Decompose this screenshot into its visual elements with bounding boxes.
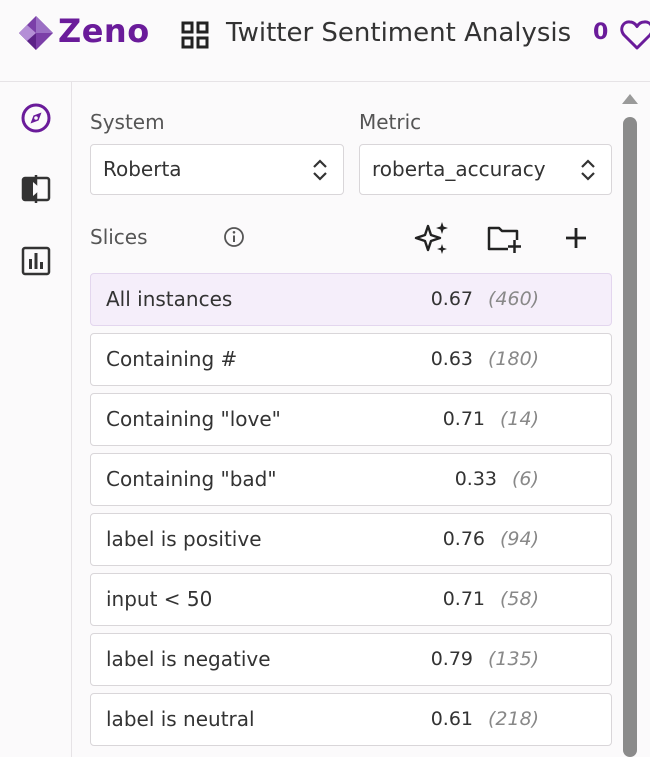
slice-row[interactable]: Containing "bad" 0.33 (6) <box>90 453 612 506</box>
info-icon[interactable] <box>223 226 245 248</box>
sparkle-icon[interactable] <box>414 220 450 256</box>
slice-metric: 0.61 <box>430 708 473 730</box>
system-select-value: Roberta <box>103 157 182 181</box>
slice-count: (14) <box>500 408 540 430</box>
slice-name: label is negative <box>106 647 271 671</box>
slice-metric: 0.71 <box>442 588 485 610</box>
plus-icon[interactable] <box>558 220 594 256</box>
slice-name: label is neutral <box>106 707 255 731</box>
slice-row[interactable]: label is positive 0.76 (94) <box>90 513 612 566</box>
slice-count: (6) <box>512 468 539 490</box>
scroll-up-arrow[interactable] <box>622 94 638 104</box>
system-select[interactable]: Roberta <box>90 144 344 195</box>
slice-row[interactable]: input < 50 0.71 (58) <box>90 573 612 626</box>
metric-select[interactable]: roberta_accuracy <box>359 144 612 195</box>
scrollbar[interactable] <box>619 82 650 757</box>
slice-metric: 0.33 <box>454 468 497 490</box>
sidebar <box>0 82 72 757</box>
slice-row[interactable]: label is neutral 0.61 (218) <box>90 693 612 746</box>
scroll-thumb[interactable] <box>623 117 637 757</box>
slice-metric: 0.63 <box>430 348 473 370</box>
slice-count: (218) <box>488 708 540 730</box>
slice-row[interactable]: Containing "love" 0.71 (14) <box>90 393 612 446</box>
brand-name[interactable]: Zeno <box>58 12 150 50</box>
metric-select-value: roberta_accuracy <box>372 157 546 181</box>
like-count: 0 <box>593 20 609 45</box>
slice-list: All instances 0.67 (460) Containing # 0.… <box>90 273 612 753</box>
project-title: Twitter Sentiment Analysis <box>226 18 572 48</box>
slice-count: (94) <box>500 528 540 550</box>
system-label: System <box>90 110 165 134</box>
slice-name: Containing "love" <box>106 407 281 431</box>
chevron-up-down-icon <box>581 159 595 181</box>
slice-metric: 0.67 <box>430 288 473 310</box>
slice-count: (135) <box>488 648 540 670</box>
slice-metric: 0.79 <box>430 648 473 670</box>
slice-count: (460) <box>488 288 540 310</box>
compass-icon[interactable] <box>20 102 52 134</box>
slice-row[interactable]: label is negative 0.79 (135) <box>90 633 612 686</box>
zeno-logo[interactable] <box>18 15 54 51</box>
slice-row[interactable]: All instances 0.67 (460) <box>90 273 612 326</box>
metric-label: Metric <box>359 110 422 134</box>
grid-icon[interactable] <box>181 21 209 49</box>
slice-name: label is positive <box>106 527 262 551</box>
slice-name: All instances <box>106 287 233 311</box>
app-header: Zeno Twitter Sentiment Analysis 0 <box>0 0 650 82</box>
slice-name: input < 50 <box>106 587 213 611</box>
slices-heading: Slices <box>90 225 148 249</box>
bar-chart-icon[interactable] <box>20 245 52 277</box>
compare-icon[interactable] <box>20 173 52 205</box>
slice-name: Containing "bad" <box>106 467 277 491</box>
slice-count: (58) <box>500 588 540 610</box>
slice-name: Containing # <box>106 347 238 371</box>
slice-row[interactable]: Containing # 0.63 (180) <box>90 333 612 386</box>
chevron-up-down-icon <box>313 159 327 181</box>
slice-metric: 0.71 <box>442 408 485 430</box>
slice-count: (180) <box>488 348 540 370</box>
heart-icon[interactable] <box>620 19 650 51</box>
slice-metric: 0.76 <box>442 528 485 550</box>
slices-panel: System Roberta Metric roberta_accuracy S… <box>73 82 619 757</box>
folder-plus-icon[interactable] <box>486 220 522 256</box>
